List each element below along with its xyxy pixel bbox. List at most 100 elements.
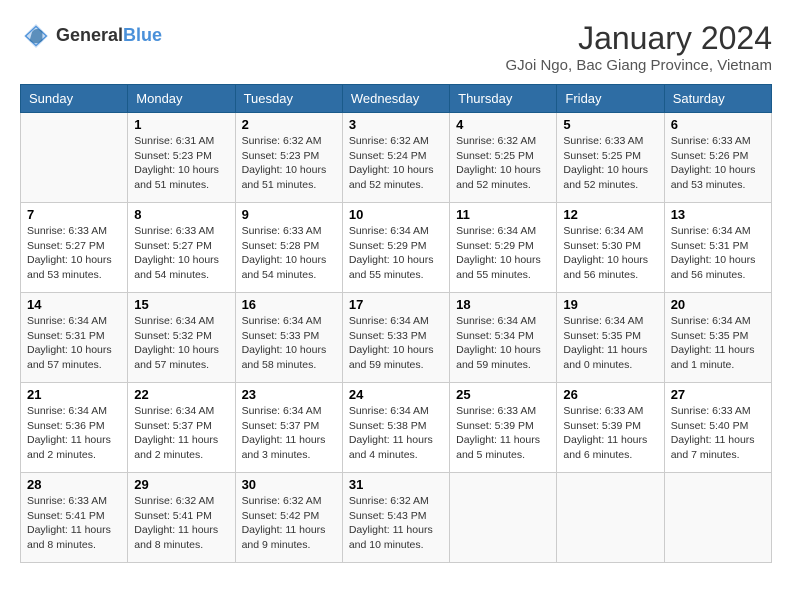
cell-info: Sunrise: 6:33 AMSunset: 5:28 PMDaylight:…: [242, 224, 336, 283]
day-number: 31: [349, 477, 443, 492]
day-number: 29: [134, 477, 228, 492]
day-cell: 23 Sunrise: 6:34 AMSunset: 5:37 PMDaylig…: [235, 383, 342, 473]
col-monday: Monday: [128, 85, 235, 113]
day-number: 3: [349, 117, 443, 132]
day-cell: 4 Sunrise: 6:32 AMSunset: 5:25 PMDayligh…: [450, 113, 557, 203]
day-number: 24: [349, 387, 443, 402]
day-number: 15: [134, 297, 228, 312]
day-number: 27: [671, 387, 765, 402]
cell-info: Sunrise: 6:34 AMSunset: 5:35 PMDaylight:…: [671, 314, 765, 373]
cell-info: Sunrise: 6:32 AMSunset: 5:24 PMDaylight:…: [349, 134, 443, 193]
cell-info: Sunrise: 6:33 AMSunset: 5:39 PMDaylight:…: [456, 404, 550, 463]
cell-info: Sunrise: 6:32 AMSunset: 5:25 PMDaylight:…: [456, 134, 550, 193]
cell-info: Sunrise: 6:34 AMSunset: 5:30 PMDaylight:…: [563, 224, 657, 283]
cell-info: Sunrise: 6:34 AMSunset: 5:29 PMDaylight:…: [349, 224, 443, 283]
cell-info: Sunrise: 6:34 AMSunset: 5:31 PMDaylight:…: [27, 314, 121, 373]
cell-info: Sunrise: 6:34 AMSunset: 5:37 PMDaylight:…: [242, 404, 336, 463]
cell-info: Sunrise: 6:34 AMSunset: 5:33 PMDaylight:…: [242, 314, 336, 373]
day-number: 26: [563, 387, 657, 402]
cell-info: Sunrise: 6:32 AMSunset: 5:43 PMDaylight:…: [349, 494, 443, 553]
week-row-2: 7 Sunrise: 6:33 AMSunset: 5:27 PMDayligh…: [21, 203, 772, 293]
logo: GeneralBlue: [20, 20, 162, 52]
day-cell: [450, 473, 557, 563]
day-number: 9: [242, 207, 336, 222]
day-number: 13: [671, 207, 765, 222]
logo-text: GeneralBlue: [56, 26, 162, 46]
week-row-1: 1 Sunrise: 6:31 AMSunset: 5:23 PMDayligh…: [21, 113, 772, 203]
day-cell: 13 Sunrise: 6:34 AMSunset: 5:31 PMDaylig…: [664, 203, 771, 293]
day-number: 7: [27, 207, 121, 222]
cell-info: Sunrise: 6:34 AMSunset: 5:37 PMDaylight:…: [134, 404, 228, 463]
day-cell: 11 Sunrise: 6:34 AMSunset: 5:29 PMDaylig…: [450, 203, 557, 293]
cell-info: Sunrise: 6:33 AMSunset: 5:39 PMDaylight:…: [563, 404, 657, 463]
day-cell: 27 Sunrise: 6:33 AMSunset: 5:40 PMDaylig…: [664, 383, 771, 473]
cell-info: Sunrise: 6:34 AMSunset: 5:35 PMDaylight:…: [563, 314, 657, 373]
day-number: 12: [563, 207, 657, 222]
cell-info: Sunrise: 6:33 AMSunset: 5:41 PMDaylight:…: [27, 494, 121, 553]
col-sunday: Sunday: [21, 85, 128, 113]
cell-info: Sunrise: 6:32 AMSunset: 5:23 PMDaylight:…: [242, 134, 336, 193]
col-wednesday: Wednesday: [342, 85, 449, 113]
day-cell: 15 Sunrise: 6:34 AMSunset: 5:32 PMDaylig…: [128, 293, 235, 383]
day-number: 8: [134, 207, 228, 222]
day-cell: 8 Sunrise: 6:33 AMSunset: 5:27 PMDayligh…: [128, 203, 235, 293]
day-number: 16: [242, 297, 336, 312]
cell-info: Sunrise: 6:32 AMSunset: 5:42 PMDaylight:…: [242, 494, 336, 553]
day-cell: 20 Sunrise: 6:34 AMSunset: 5:35 PMDaylig…: [664, 293, 771, 383]
day-cell: 24 Sunrise: 6:34 AMSunset: 5:38 PMDaylig…: [342, 383, 449, 473]
day-number: 21: [27, 387, 121, 402]
cell-info: Sunrise: 6:33 AMSunset: 5:25 PMDaylight:…: [563, 134, 657, 193]
week-row-3: 14 Sunrise: 6:34 AMSunset: 5:31 PMDaylig…: [21, 293, 772, 383]
day-cell: 17 Sunrise: 6:34 AMSunset: 5:33 PMDaylig…: [342, 293, 449, 383]
cell-info: Sunrise: 6:33 AMSunset: 5:40 PMDaylight:…: [671, 404, 765, 463]
col-thursday: Thursday: [450, 85, 557, 113]
day-cell: [557, 473, 664, 563]
day-cell: 2 Sunrise: 6:32 AMSunset: 5:23 PMDayligh…: [235, 113, 342, 203]
week-row-5: 28 Sunrise: 6:33 AMSunset: 5:41 PMDaylig…: [21, 473, 772, 563]
cell-info: Sunrise: 6:33 AMSunset: 5:27 PMDaylight:…: [134, 224, 228, 283]
day-cell: 22 Sunrise: 6:34 AMSunset: 5:37 PMDaylig…: [128, 383, 235, 473]
day-number: 23: [242, 387, 336, 402]
cell-info: Sunrise: 6:34 AMSunset: 5:33 PMDaylight:…: [349, 314, 443, 373]
header-row: Sunday Monday Tuesday Wednesday Thursday…: [21, 85, 772, 113]
day-number: 18: [456, 297, 550, 312]
day-number: 1: [134, 117, 228, 132]
day-number: 5: [563, 117, 657, 132]
day-number: 17: [349, 297, 443, 312]
day-cell: 14 Sunrise: 6:34 AMSunset: 5:31 PMDaylig…: [21, 293, 128, 383]
logo-icon: [20, 20, 52, 52]
day-cell: 18 Sunrise: 6:34 AMSunset: 5:34 PMDaylig…: [450, 293, 557, 383]
day-number: 6: [671, 117, 765, 132]
week-row-4: 21 Sunrise: 6:34 AMSunset: 5:36 PMDaylig…: [21, 383, 772, 473]
calendar-table: Sunday Monday Tuesday Wednesday Thursday…: [20, 84, 772, 563]
day-cell: 30 Sunrise: 6:32 AMSunset: 5:42 PMDaylig…: [235, 473, 342, 563]
day-cell: 28 Sunrise: 6:33 AMSunset: 5:41 PMDaylig…: [21, 473, 128, 563]
day-cell: 3 Sunrise: 6:32 AMSunset: 5:24 PMDayligh…: [342, 113, 449, 203]
day-number: 4: [456, 117, 550, 132]
day-cell: 6 Sunrise: 6:33 AMSunset: 5:26 PMDayligh…: [664, 113, 771, 203]
day-number: 22: [134, 387, 228, 402]
day-cell: [664, 473, 771, 563]
cell-info: Sunrise: 6:34 AMSunset: 5:38 PMDaylight:…: [349, 404, 443, 463]
day-cell: 9 Sunrise: 6:33 AMSunset: 5:28 PMDayligh…: [235, 203, 342, 293]
day-cell: 25 Sunrise: 6:33 AMSunset: 5:39 PMDaylig…: [450, 383, 557, 473]
day-cell: 7 Sunrise: 6:33 AMSunset: 5:27 PMDayligh…: [21, 203, 128, 293]
title-block: January 2024 GJoi Ngo, Bac Giang Provinc…: [505, 20, 772, 74]
cell-info: Sunrise: 6:33 AMSunset: 5:26 PMDaylight:…: [671, 134, 765, 193]
day-number: 2: [242, 117, 336, 132]
location-title: GJoi Ngo, Bac Giang Province, Vietnam: [505, 57, 772, 74]
cell-info: Sunrise: 6:33 AMSunset: 5:27 PMDaylight:…: [27, 224, 121, 283]
day-cell: 21 Sunrise: 6:34 AMSunset: 5:36 PMDaylig…: [21, 383, 128, 473]
cell-info: Sunrise: 6:34 AMSunset: 5:29 PMDaylight:…: [456, 224, 550, 283]
day-cell: [21, 113, 128, 203]
day-number: 19: [563, 297, 657, 312]
day-cell: 12 Sunrise: 6:34 AMSunset: 5:30 PMDaylig…: [557, 203, 664, 293]
day-cell: 10 Sunrise: 6:34 AMSunset: 5:29 PMDaylig…: [342, 203, 449, 293]
cell-info: Sunrise: 6:31 AMSunset: 5:23 PMDaylight:…: [134, 134, 228, 193]
page-header: GeneralBlue January 2024 GJoi Ngo, Bac G…: [20, 20, 772, 74]
day-number: 30: [242, 477, 336, 492]
day-cell: 29 Sunrise: 6:32 AMSunset: 5:41 PMDaylig…: [128, 473, 235, 563]
day-cell: 26 Sunrise: 6:33 AMSunset: 5:39 PMDaylig…: [557, 383, 664, 473]
day-cell: 31 Sunrise: 6:32 AMSunset: 5:43 PMDaylig…: [342, 473, 449, 563]
day-cell: 1 Sunrise: 6:31 AMSunset: 5:23 PMDayligh…: [128, 113, 235, 203]
